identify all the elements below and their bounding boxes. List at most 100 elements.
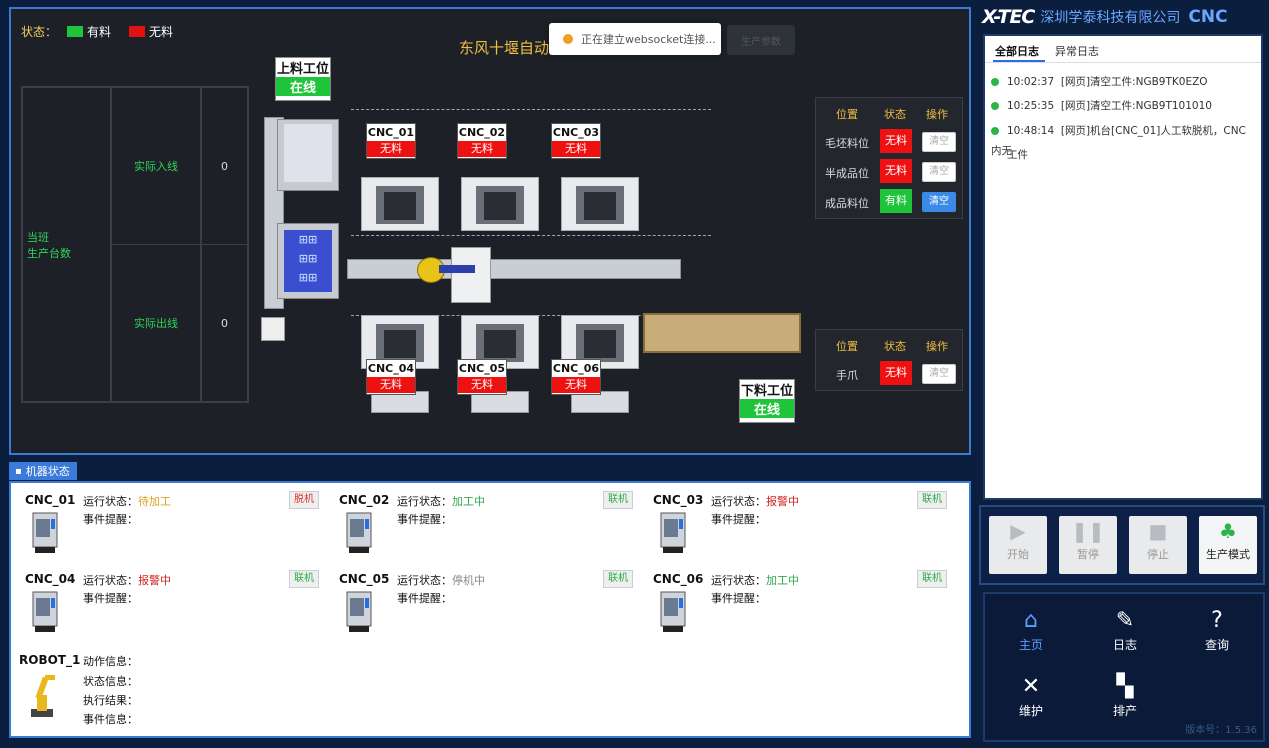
line-overview-panel: 状态： 有料 无料 东风十堰自动 生产参数 正在建立websocket连接...… [9,7,971,455]
cnc-name: CNC_03 [552,126,600,139]
cnc-05-label[interactable]: CNC_05 无料 [457,359,507,395]
run-state-value: 加工中 [766,574,799,587]
play-icon: ▶ [1010,519,1026,543]
cnc-02-label[interactable]: CNC_02 无料 [457,123,507,159]
table-header: 状态 [884,108,906,121]
cnc-machine-icon [32,512,58,553]
machine-card-cnc-01: CNC_01 运行状态：待加工 事件提醒： 脱机 [19,489,319,561]
cnc-04-label[interactable]: CNC_04 无料 [366,359,416,395]
link-badge[interactable]: 联机 [917,570,947,588]
robot-base [451,247,491,303]
run-state-value: 停机中 [452,574,485,587]
nav-query[interactable]: ? 查询 [1187,606,1247,653]
nav-schedule-label: 排产 [1112,704,1137,718]
table-header: 位置 [836,108,858,121]
nav-maintenance[interactable]: ✕ 维护 [1001,672,1061,719]
clear-button[interactable]: 清空 [922,132,956,152]
out-line-label: 实际出线 [111,244,201,402]
clear-button[interactable]: 清空 [922,364,956,384]
clear-button[interactable]: 清空 [922,192,956,212]
machine-name: CNC_02 [339,493,390,507]
cnc-name: CNC_05 [458,362,506,375]
event-label: 事件提醒： [711,592,766,605]
nav-log[interactable]: ✎ 日志 [1095,606,1155,653]
cnc-material-state: 无料 [552,141,600,157]
output-conveyor [643,313,801,353]
log-time: 10:25:35 [1007,100,1055,112]
brand-header: X-TEC 深圳学泰科技有限公司 CNC [982,4,1264,30]
clear-button[interactable]: 清空 [922,162,956,182]
gripper-table: 位置 状态 操作 手爪 无料 清空 [815,329,963,391]
guide-line [351,109,711,110]
cnc-name: CNC_02 [458,126,506,139]
run-state-label: 运行状态： [397,495,452,508]
link-badge[interactable]: 联机 [603,570,633,588]
log-entry: 10:48:14 [网页]机台[CNC_01]人工软脱机，CNC内无 [991,121,1255,161]
success-dot-icon [991,78,999,86]
link-badge[interactable]: 联机 [289,570,319,588]
material-state: 无料 [880,159,912,183]
cnc-machine-icon [346,512,372,553]
run-state-line: 运行状态：停机中 [397,572,485,588]
link-badge[interactable]: 联机 [917,491,947,509]
cnc-01-label[interactable]: CNC_01 无料 [366,123,416,159]
run-state-label: 运行状态： [83,495,138,508]
event-label: 事件提醒： [397,592,452,605]
line-title: 东风十堰自动 [459,39,550,57]
active-tab-indicator [993,60,1045,62]
log-text: [网页]清空工件:NGB9TK0EZO [1060,76,1208,88]
run-state-value: 加工中 [452,495,485,508]
robot-result-label: 执行结果： [83,694,138,707]
cnc-machine-icon [660,512,686,553]
out-line-value: 0 [201,244,248,402]
production-mode-button[interactable]: ♣ 生产模式 [1199,516,1257,574]
link-badge[interactable]: 联机 [603,491,633,509]
log-time: 10:02:37 [1007,76,1055,88]
machine-card-cnc-03: CNC_03 运行状态：报警中 事件提醒： 联机 [647,489,947,561]
stop-button[interactable]: ■ 停止 [1129,516,1187,574]
machine-status-tab-label: 机器状态 [25,465,70,478]
cnc-06-label[interactable]: CNC_06 无料 [551,359,601,395]
robot-status-label: 状态信息： [83,675,138,688]
in-line-label: 实际入线 [111,87,201,245]
machine-name: CNC_01 [25,493,76,507]
cnc-machine-icon [346,591,372,632]
blank-bin [277,119,339,191]
run-state-line: 运行状态：报警中 [83,572,171,588]
robot-name: ROBOT_1 [19,653,81,667]
connection-toast: 正在建立websocket连接... [549,23,721,55]
cnc-03-label[interactable]: CNC_03 无料 [551,123,601,159]
machine-name: CNC_05 [339,572,390,586]
cnc-02-machine [461,177,539,231]
start-button[interactable]: ▶ 开始 [989,516,1047,574]
robot-arm-link [439,265,475,273]
production-mode-label: 生产模式 [1206,548,1250,561]
cnc-material-state: 无料 [552,377,600,393]
toast-text: 正在建立websocket连接... [581,33,716,46]
cnc-name: CNC_04 [367,362,415,375]
run-state-label: 运行状态： [711,495,766,508]
run-state-value: 待加工 [138,495,171,508]
nav-home-label: 主页 [1018,638,1043,652]
tab-error-logs[interactable]: 异常日志 [1055,43,1099,59]
machine-card-cnc-05: CNC_05 运行状态：停机中 事件提醒： 联机 [333,568,633,640]
load-station-title: 上料工位 [276,62,329,77]
finished-bin: ⊞⊞ ⊞⊞ ⊞⊞ [277,223,339,299]
machine-card-cnc-06: CNC_06 运行状态：加工中 事件提醒： 联机 [647,568,947,640]
material-state: 有料 [880,189,912,213]
machine-card-cnc-04: CNC_04 运行状态：报警中 事件提醒： 联机 [19,568,319,640]
link-badge[interactable]: 脱机 [289,491,319,509]
cnc-03-machine [561,177,639,231]
home-icon: ⌂ [1024,608,1038,633]
nav-home[interactable]: ⌂ 主页 [1001,606,1061,653]
nav-log-label: 日志 [1112,638,1137,652]
robot-card: ROBOT_1 动作信息： 状态信息： 执行结果： 事件信息： [15,649,315,733]
tab-all-logs[interactable]: 全部日志 [995,43,1039,59]
nav-schedule[interactable]: ▚ 排产 [1095,672,1155,719]
no-material-swatch [129,26,146,37]
production-count-table: 当班 生产台数 实际入线 0 实际出线 0 [21,86,249,403]
pause-button[interactable]: ❚❚ 暂停 [1059,516,1117,574]
machine-status-tab[interactable]: ▪ 机器状态 [9,462,77,480]
ghost-button[interactable]: 生产参数 [727,25,795,55]
warning-icon [563,34,573,44]
